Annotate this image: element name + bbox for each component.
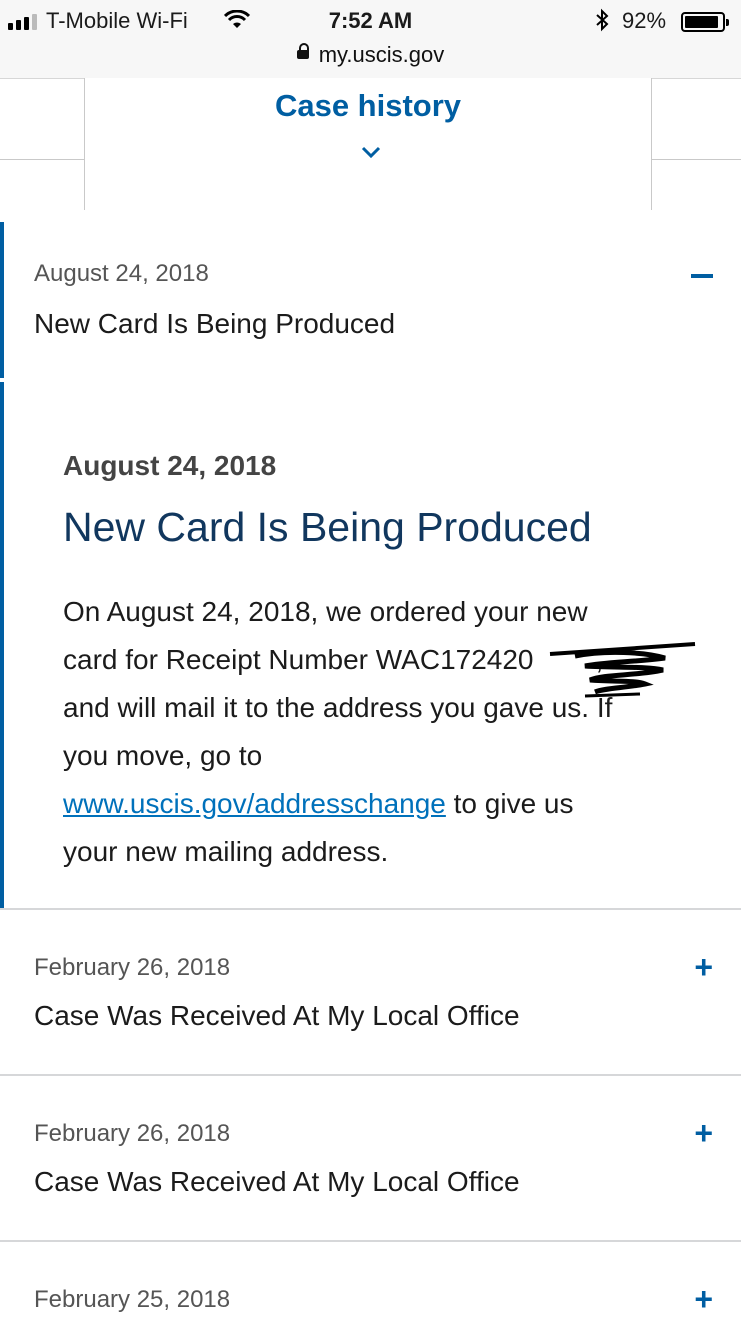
event-date: February 26, 2018 [34, 954, 231, 981]
expand-icon[interactable]: + [694, 1117, 713, 1149]
tab-title: Case history [274, 88, 462, 123]
timeline-event[interactable]: February 25, 2018 + [0, 1242, 741, 1334]
detail-title: New Card Is Being Produced [63, 504, 592, 550]
address-bar[interactable]: my.uscis.gov [0, 42, 741, 68]
battery-icon [681, 12, 729, 32]
detail-date: August 24, 2018 [63, 450, 277, 481]
battery-percent: 92% [622, 8, 667, 33]
collapse-icon[interactable] [691, 274, 713, 278]
event-date: August 24, 2018 [34, 260, 209, 287]
lock-icon [296, 42, 309, 59]
address-change-link[interactable]: www.uscis.gov/addresschange [63, 788, 446, 819]
event-title: Case Was Received At My Local Office [34, 1166, 520, 1197]
detail-text: www.uscis.gov/addresschange to give us [63, 780, 713, 828]
redaction-scribble [549, 642, 696, 698]
detail-text: you move, go to [63, 740, 263, 771]
tab-case-history[interactable]: Case history [84, 78, 652, 210]
event-title: Case Was Received At My Local Office [34, 1000, 520, 1031]
detail-text: your new mailing address. [63, 836, 389, 867]
expand-icon[interactable]: + [694, 951, 713, 983]
timeline-event-active[interactable]: August 24, 2018 New Card Is Being Produc… [0, 222, 741, 378]
detail-body: On August 24, 2018, we ordered your new … [63, 588, 713, 876]
url-text: my.uscis.gov [318, 42, 445, 67]
detail-text: On August 24, 2018, we ordered your new [63, 596, 588, 627]
browser-chrome: T-Mobile Wi-Fi 7:52 AM 92% my.uscis.gov [0, 0, 741, 79]
expand-icon[interactable]: + [694, 1283, 713, 1315]
receipt-number: card for Receipt Number WAC172420 [63, 644, 534, 675]
tab-divider-right [652, 159, 741, 160]
event-date: February 25, 2018 [34, 1286, 231, 1313]
bluetooth-icon [596, 8, 609, 32]
event-date: February 26, 2018 [34, 1120, 231, 1147]
status-bar: T-Mobile Wi-Fi 7:52 AM 92% [0, 6, 741, 38]
tab-divider-left [0, 159, 84, 160]
detail-text: to give us [445, 788, 574, 819]
timeline-event[interactable]: February 26, 2018 Case Was Received At M… [0, 910, 741, 1074]
chevron-down-icon[interactable] [361, 145, 381, 159]
event-title: New Card Is Being Produced [34, 308, 396, 339]
timeline-event[interactable]: February 26, 2018 Case Was Received At M… [0, 1076, 741, 1240]
detail-indicator [0, 382, 4, 908]
